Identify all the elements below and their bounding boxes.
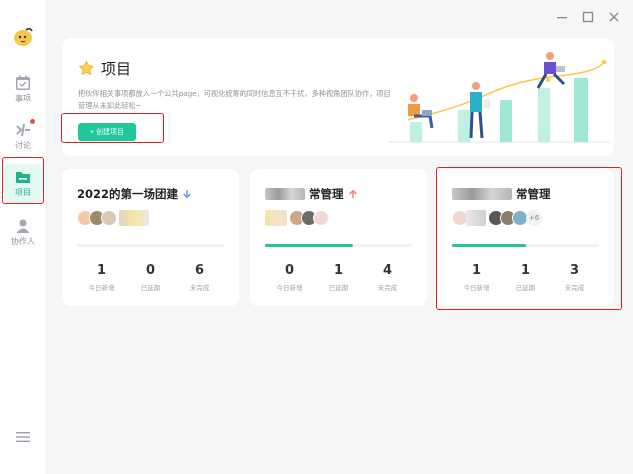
stats-row: 0 今日新增 1 已延期 4 未完成 — [265, 263, 412, 292]
avatar — [313, 210, 329, 226]
stat-label: 已延期 — [328, 284, 349, 292]
blurred-avatars — [265, 210, 287, 226]
menu-icon[interactable] — [16, 430, 30, 444]
sidebar-item-label: 事项 — [15, 94, 31, 103]
sidebar-item-collaborators[interactable]: 协作人 — [4, 213, 42, 253]
minimize-icon[interactable] — [555, 10, 569, 24]
stat-today-new: 1 今日新增 — [79, 263, 124, 292]
annotation-highlight-card — [436, 167, 622, 310]
sidebar: 事项 讨论 项目 协作人 — [0, 0, 47, 474]
sidebar-item-label: 协作人 — [11, 237, 35, 246]
project-card[interactable]: 2022的第一场团建 1 今日新增 0 已延期 6 未完成 — [62, 169, 239, 306]
sidebar-item-discussion[interactable]: 讨论 — [4, 117, 42, 157]
stat-unfinished: 4 未完成 — [365, 263, 410, 292]
progress-bar — [265, 244, 412, 247]
stat-value: 1 — [333, 263, 344, 278]
stat-value: 4 — [382, 263, 393, 278]
banner-description: 把伙伴相关事项都放入一个公共page，可视化统筹的同时信息互不干扰，多种视角团队… — [78, 89, 391, 110]
trend-down-icon — [183, 189, 191, 199]
calendar-check-icon — [16, 75, 30, 90]
stat-value: 0 — [284, 263, 295, 278]
stat-value: 6 — [194, 263, 205, 278]
project-title: 常管理 — [265, 186, 358, 202]
discussion-icon — [14, 119, 35, 139]
stat-label: 未完成 — [189, 284, 210, 292]
page-title-text: 项目 — [101, 60, 132, 78]
user-icon — [16, 219, 30, 233]
progress-bar — [77, 244, 224, 247]
annotation-highlight-create — [61, 113, 164, 143]
project-title: 2022的第一场团建 — [77, 186, 192, 202]
stat-overdue: 0 已延期 — [128, 263, 173, 292]
sidebar-item-label: 讨论 — [15, 141, 31, 150]
trend-up-icon — [348, 189, 357, 199]
stat-label: 今日新增 — [88, 284, 115, 292]
stat-label: 未完成 — [377, 284, 398, 292]
person-standing-icon — [469, 82, 490, 139]
stats-row: 1 今日新增 0 已延期 6 未完成 — [77, 263, 224, 292]
stat-label: 已延期 — [140, 284, 161, 292]
progress-fill — [265, 244, 354, 247]
blurred-title-prefix — [265, 188, 305, 200]
team-illustration — [388, 52, 610, 143]
stat-today-new: 0 今日新增 — [267, 263, 312, 292]
project-title-text: 2022的第一场团建 — [77, 187, 179, 201]
person-on-chart-icon — [536, 52, 566, 89]
star-icon — [78, 60, 95, 76]
window-controls — [555, 10, 621, 24]
app-logo-icon[interactable] — [11, 25, 35, 47]
stat-unfinished: 6 未完成 — [177, 263, 222, 292]
member-avatars[interactable] — [265, 210, 329, 226]
avatar — [101, 210, 117, 226]
annotation-highlight-sidebar — [2, 157, 44, 204]
stat-value: 1 — [96, 263, 107, 278]
stat-value: 0 — [145, 263, 156, 278]
stat-label: 今日新增 — [276, 284, 303, 292]
close-icon[interactable] — [607, 10, 621, 24]
stat-overdue: 1 已延期 — [316, 263, 361, 292]
sidebar-item-tasks[interactable]: 事项 — [4, 70, 42, 110]
blurred-avatars — [119, 210, 149, 226]
project-card[interactable]: 常管理 0 今日新增 1 已延期 4 未完成 — [250, 169, 427, 306]
notification-badge — [30, 119, 35, 124]
maximize-icon[interactable] — [581, 10, 595, 24]
page-title: 项目 — [78, 58, 131, 79]
member-avatars[interactable] — [77, 210, 149, 226]
project-title-text: 常管理 — [309, 187, 344, 201]
